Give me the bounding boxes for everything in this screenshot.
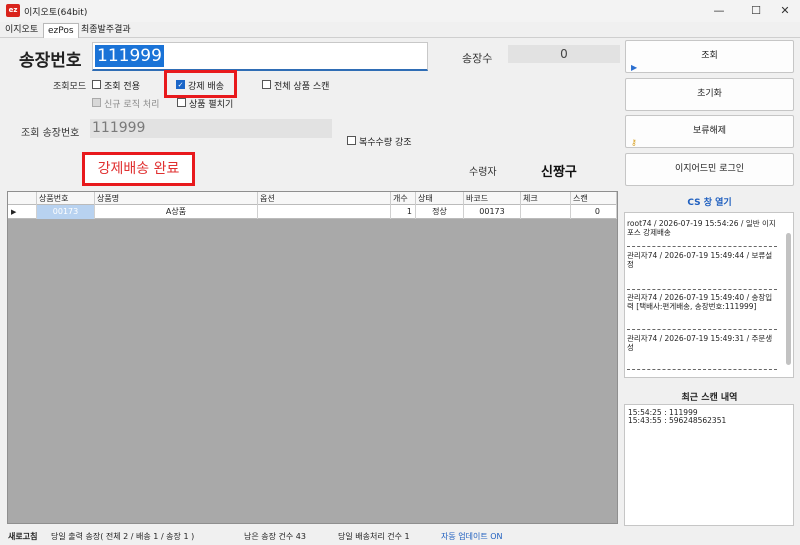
receiver-label: 수령자 [469, 167, 497, 178]
title-bar: ez 이지오토(64bit) — ☐ ✕ [0, 0, 800, 22]
cell-product-name[interactable]: A상품 [95, 205, 258, 219]
lookup-mode-label: 조회모드 [53, 82, 87, 92]
admin-login-button[interactable]: 이지어드민 로그인 [625, 153, 794, 186]
log-entry: 관리자74 / 2026-07-19 15:49:31 / 주문생성 [627, 334, 773, 352]
lookup-invoice-field: 111999 [90, 119, 332, 138]
table-row[interactable]: ▶ 00173 A상품 1 정상 00173 0 [8, 205, 617, 219]
grid-header: 상품번호 상품명 옵션 개수 상태 바코드 체크 스캔 [8, 192, 617, 205]
today-shipped-status: 당일 배송처리 건수 1 [338, 532, 410, 541]
cell-check[interactable] [521, 205, 571, 219]
maximize-button[interactable]: ☐ [741, 2, 771, 20]
search-button-label: 조회 [701, 51, 718, 61]
log-entry: 관리자74 / 2026-07-19 15:49:40 / 송장입력 [택배사:… [627, 293, 773, 311]
cell-product-no[interactable]: 00173 [37, 205, 95, 219]
col-product-name[interactable]: 상품명 [95, 192, 258, 205]
lookup-invoice-value: 111999 [92, 120, 146, 136]
force-ship-complete-banner: 강제배송 완료 [82, 152, 195, 186]
force-ship-complete-text: 강제배송 완료 [97, 161, 180, 177]
close-button[interactable]: ✕ [770, 2, 800, 20]
log-divider [627, 289, 777, 290]
log-scrollbar[interactable] [786, 233, 791, 365]
auto-update-status[interactable]: 자동 업데이트 ON [441, 531, 503, 542]
log-divider [627, 329, 777, 330]
col-barcode[interactable]: 바코드 [464, 192, 521, 205]
log-divider [627, 246, 777, 247]
invoice-number-value: 111999 [95, 45, 164, 67]
release-hold-button[interactable]: ⚷ 보류해제 [625, 115, 794, 148]
cs-log-panel[interactable]: root74 / 2026-07-19 15:54:26 / 일반 이지포스 강… [624, 212, 794, 378]
remaining-invoices-status: 남은 송장 건수 43 [244, 532, 306, 541]
receiver-name: 신짱구 [541, 165, 577, 180]
log-entry: root74 / 2026-07-19 15:54:26 / 일반 이지포스 강… [627, 219, 776, 237]
tab-bar: 이지오토 ezPos 최종발주결과 [0, 22, 800, 38]
minimize-button[interactable]: — [704, 2, 734, 20]
product-expand-checkbox[interactable] [177, 98, 186, 107]
cell-scan[interactable]: 0 [571, 205, 617, 219]
col-product-no[interactable]: 상품번호 [37, 192, 95, 205]
today-output-status: 당일 출력 송장( 전체 2 / 배송 1 / 송장 1 ) [51, 532, 195, 541]
app-logo-icon: ez [6, 4, 20, 17]
multi-qty-checkbox[interactable] [347, 136, 356, 145]
recent-scan-list[interactable]: 15:54:25 : 111999 15:43:55 : 59624856235… [624, 404, 794, 526]
log-divider [627, 369, 777, 370]
lookup-only-label: 조회 전용 [104, 82, 140, 92]
row-selector-icon[interactable]: ▶ [8, 205, 37, 219]
col-check[interactable]: 체크 [521, 192, 571, 205]
col-status[interactable]: 상태 [416, 192, 464, 205]
col-qty[interactable]: 개수 [391, 192, 416, 205]
product-expand-label: 상품 펼치기 [189, 100, 234, 110]
recent-scan-item: 15:43:55 : 596248562351 [628, 416, 727, 425]
grid-header-corner [8, 192, 37, 205]
release-hold-button-label: 보류해제 [692, 126, 727, 136]
new-logic-checkbox[interactable] [92, 98, 101, 107]
recent-scan-title: 최근 스캔 내역 [681, 393, 738, 403]
status-bar: 새로고침 당일 출력 송장( 전체 2 / 배송 1 / 송장 1 ) 남은 송… [0, 527, 800, 545]
scan-all-checkbox[interactable] [262, 80, 271, 89]
col-option[interactable]: 옵션 [258, 192, 391, 205]
tab-ezpos[interactable]: ezPos [43, 23, 79, 38]
multi-qty-label: 복수수량 강조 [359, 138, 412, 148]
col-scan[interactable]: 스캔 [571, 192, 617, 205]
cell-barcode[interactable]: 00173 [464, 205, 521, 219]
tab-easyauto[interactable]: 이지오토 [1, 23, 42, 38]
product-grid[interactable]: 상품번호 상품명 옵션 개수 상태 바코드 체크 스캔 ▶ 00173 A상품 … [7, 191, 618, 524]
reset-button[interactable]: 초기화 [625, 78, 794, 111]
lookup-only-checkbox[interactable] [92, 80, 101, 89]
search-button[interactable]: ▶ 조회 [625, 40, 794, 73]
reset-button-label: 초기화 [697, 89, 722, 99]
force-ship-label: 강제 배송 [188, 82, 224, 92]
scan-all-label: 전체 상품 스캔 [274, 82, 330, 92]
lookup-invoice-label: 조회 송장번호 [21, 128, 80, 139]
admin-login-button-label: 이지어드민 로그인 [674, 164, 745, 174]
invoice-number-input[interactable]: 111999 [92, 42, 428, 71]
force-ship-checkbox[interactable]: ✓ [176, 80, 185, 89]
invoice-count-value: 0 [508, 45, 620, 63]
invoice-count-label: 송장수 [462, 52, 493, 65]
cs-open-link[interactable]: CS 창 열기 [625, 195, 794, 208]
window-title: 이지오토(64bit) [24, 8, 88, 18]
new-logic-label: 신규 로직 처리 [104, 100, 160, 110]
refresh-button[interactable]: 새로고침 [8, 531, 37, 542]
cell-qty[interactable]: 1 [391, 205, 416, 219]
log-entry: 관리자74 / 2026-07-19 15:49:44 / 보류설정 [627, 251, 773, 269]
cell-status[interactable]: 정상 [416, 205, 464, 219]
tab-final-order-result[interactable]: 최종발주결과 [77, 23, 135, 38]
cell-option[interactable] [258, 205, 391, 219]
invoice-number-label: 송장번호 [19, 51, 82, 71]
